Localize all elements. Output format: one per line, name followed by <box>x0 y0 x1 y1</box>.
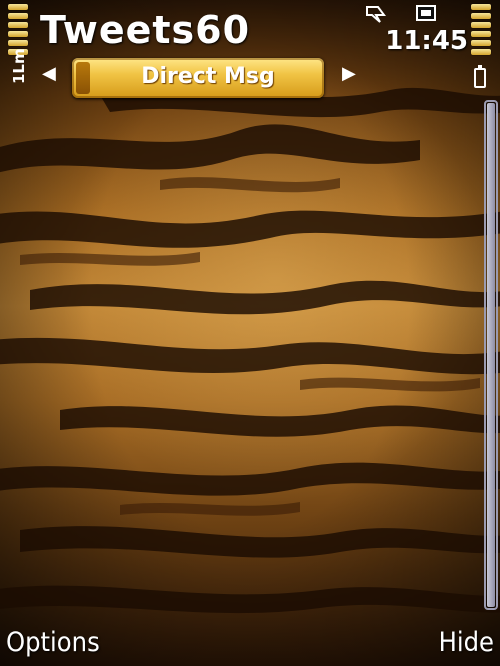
tab-notch <box>76 62 90 94</box>
battery-icon <box>474 65 486 88</box>
status-icons <box>364 3 454 27</box>
scrollbar-thumb[interactable] <box>487 103 495 607</box>
options-softkey[interactable]: Options <box>6 627 100 658</box>
signal-label: 1Lm <box>10 48 28 84</box>
battery-indicator <box>468 4 494 96</box>
tiger-stripes <box>0 87 500 614</box>
tab-next-arrow[interactable]: ▶ <box>342 63 356 84</box>
tab-selector[interactable]: Direct Msg <box>72 58 324 98</box>
app-title: Tweets60 <box>40 8 251 52</box>
connection-icon <box>416 5 436 21</box>
tab-prev-arrow[interactable]: ◀ <box>42 63 56 84</box>
notification-icon <box>366 6 386 23</box>
clock: 11:45 <box>385 26 468 56</box>
hide-softkey[interactable]: Hide <box>439 627 494 658</box>
scrollbar[interactable] <box>484 100 498 610</box>
signal-strength-indicator: 1Lm <box>6 4 30 96</box>
tab-direct-msg[interactable]: Direct Msg <box>92 64 324 89</box>
